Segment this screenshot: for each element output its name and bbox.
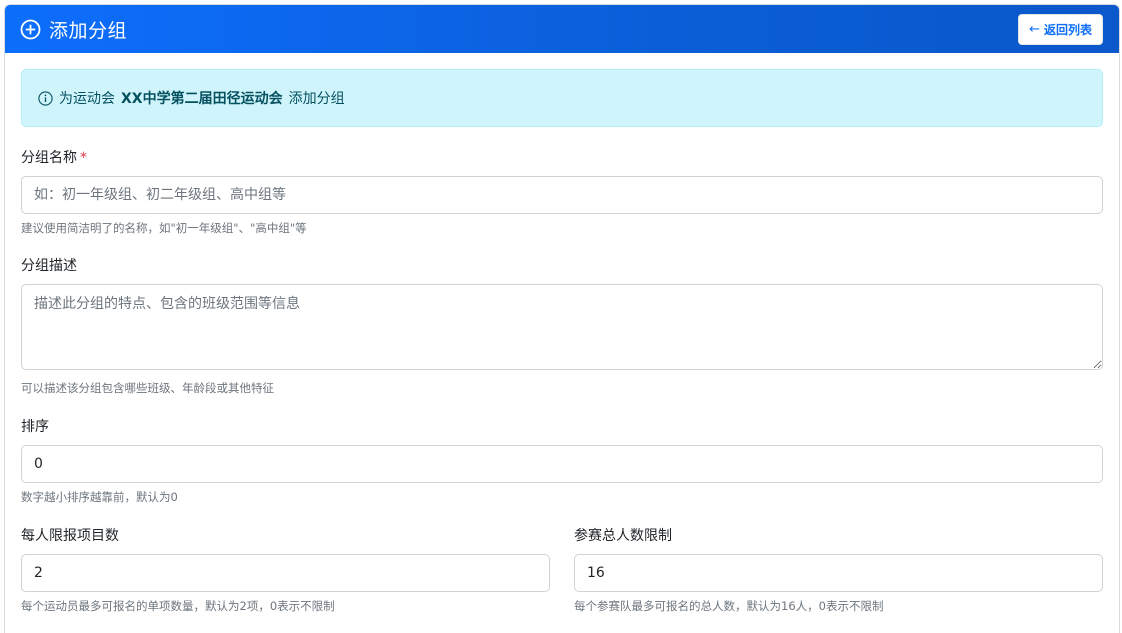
info-circle-icon <box>38 90 53 106</box>
total-limit-label: 参赛总人数限制 <box>574 528 672 544</box>
back-button-label: 返回列表 <box>1043 22 1092 37</box>
sort-order-input[interactable] <box>21 445 1103 483</box>
alert-suffix: 添加分组 <box>288 91 345 107</box>
back-to-list-button[interactable]: ← 返回列表 <box>1018 13 1103 45</box>
per-person-limit-hint: 每个运动员最多可报名的单项数量，默认为2项，0表示不限制 <box>21 599 335 613</box>
header-title-wrap: 添加分组 <box>20 16 127 43</box>
sort-order-label: 排序 <box>21 419 49 435</box>
card-header: 添加分组 ← 返回列表 <box>5 5 1119 53</box>
total-limit-input[interactable] <box>574 554 1103 592</box>
required-mark: * <box>80 150 87 166</box>
group-description-hint: 可以描述该分组包含哪些班级、年龄段或其他特征 <box>21 381 274 395</box>
meet-name: XX中学第二届田径运动会 <box>121 91 283 107</box>
group-name-label: 分组名称 * <box>21 147 1103 167</box>
group-name-input[interactable] <box>21 176 1103 214</box>
group-name-hint: 建议使用简洁明了的名称，如"初一年级组"、"高中组"等 <box>21 221 307 235</box>
sort-order-field: 排序 数字越小排序越靠前，默认为0 <box>21 416 1103 505</box>
limits-row: 每人限报项目数 每个运动员最多可报名的单项数量，默认为2项，0表示不限制 参赛总… <box>21 525 1103 614</box>
group-description-textarea[interactable] <box>21 284 1103 370</box>
info-alert: 为运动会 XX中学第二届田径运动会 添加分组 <box>21 69 1103 127</box>
page-title: 添加分组 <box>49 19 128 42</box>
group-name-label-text: 分组名称 <box>21 150 77 166</box>
alert-prefix: 为运动会 <box>59 91 115 107</box>
per-person-limit-input[interactable] <box>21 554 550 592</box>
arrow-left-icon: ← <box>1029 21 1040 37</box>
sort-order-hint: 数字越小排序越靠前，默认为0 <box>21 490 178 504</box>
total-limit-field: 参赛总人数限制 每个参赛队最多可报名的总人数，默认为16人，0表示不限制 <box>574 525 1103 614</box>
card-body: 为运动会 XX中学第二届田径运动会 添加分组 分组名称* 建议使用简洁明了的名称… <box>5 53 1119 614</box>
group-description-field: 分组描述 可以描述该分组包含哪些班级、年龄段或其他特征 <box>21 255 1103 396</box>
per-person-limit-field: 每人限报项目数 每个运动员最多可报名的单项数量，默认为2项，0表示不限制 <box>21 525 550 614</box>
per-person-limit-label: 每人限报项目数 <box>21 528 119 544</box>
plus-circle-icon <box>20 19 41 40</box>
add-group-card: 添加分组 ← 返回列表 为运动会 XX中学第二届田径运动会 添加分组 分组名称 *… <box>4 4 1120 633</box>
group-description-label: 分组描述 <box>21 258 77 274</box>
total-limit-hint: 每个参赛队最多可报名的总人数，默认为16人，0表示不限制 <box>574 599 884 613</box>
group-name-field: 分组名称* 建议使用简洁明了的名称，如"初一年级组"、"高中组"等 <box>21 147 1103 236</box>
